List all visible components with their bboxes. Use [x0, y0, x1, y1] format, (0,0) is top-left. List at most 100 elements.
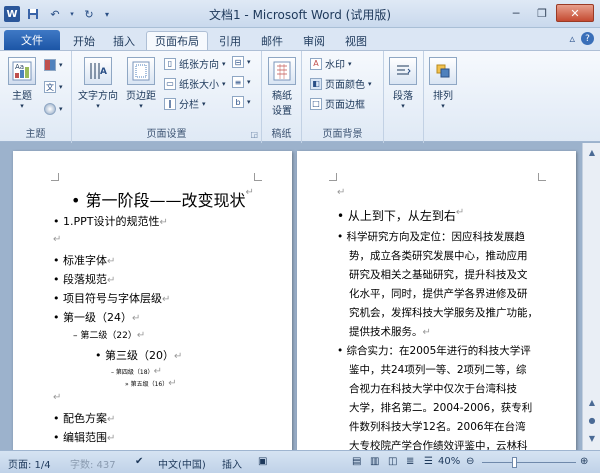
next-page-icon[interactable]: ▼ — [585, 431, 599, 445]
theme-fonts-button[interactable]: 文 ▾ — [44, 81, 63, 93]
group-label-themes: 主题 — [25, 129, 46, 140]
paragraph-icon — [389, 57, 417, 85]
group-paragraph: 段落 ▾ — [384, 51, 424, 143]
right-heading: • 从上到下，从左到右 ↵ — [337, 207, 465, 223]
page-borders-button[interactable]: □ 页面边框 — [310, 96, 365, 111]
page-setup-launcher-icon[interactable]: ◲ — [250, 130, 258, 139]
previous-page-icon[interactable]: ▲ — [585, 395, 599, 409]
ribbon-right-icons: ▵ ? — [569, 32, 594, 45]
tab-home[interactable]: 开始 — [64, 31, 104, 50]
breaks-button[interactable]: ⊟ ▾ — [232, 56, 251, 68]
page-count[interactable]: 页面: 1/4 — [8, 456, 51, 471]
draft-view-icon[interactable]: ☰ — [424, 456, 433, 467]
draft-paper-label-1: 稿纸 — [272, 91, 292, 102]
theme-colors-button[interactable]: ▾ — [44, 59, 63, 71]
theme-colors-icon — [44, 59, 56, 71]
body-line: 研究及相关之基础研究，提升科技及文 — [349, 269, 528, 281]
outline-line: • 配色方案↵ — [53, 412, 116, 425]
draft-paper-label-2: 设置 — [272, 106, 292, 117]
left-page[interactable]: • 第一阶段——改变现状 ↵ • 1.PPT设计的规范性↵ ↵ • 标准字体↵ • 段落… — [13, 151, 292, 451]
full-screen-view-icon[interactable]: ▥ — [370, 456, 379, 467]
body-line: 势，成立各类研究发展中心，推动应用 — [349, 250, 528, 262]
restore-button[interactable]: ❐ — [530, 4, 554, 22]
body-line: 究机会，发挥科技大学服务及推广功能， — [349, 307, 538, 319]
text-direction-button[interactable]: A 文字方向 ▾ — [78, 57, 118, 110]
zoom-level[interactable]: 40% — [438, 456, 460, 467]
zoom-in-icon[interactable]: ⊕ — [580, 456, 588, 467]
title-bar: W ↶ ▾ ↻ ▾ 文档1 - Microsoft Word (试用版) ─ ❐… — [0, 0, 600, 28]
outline-line: • 项目符号与字体层级↵ — [53, 292, 171, 305]
right-page[interactable]: ↵ • 从上到下，从左到右 ↵ • 科学研究方向及定位：因应科技发展趋 势，成立各类… — [297, 151, 576, 451]
tab-page-layout[interactable]: 页面布局 — [146, 31, 208, 50]
orientation-button[interactable]: ▯ 纸张方向 ▾ — [164, 56, 226, 71]
size-label: 纸张大小 — [179, 80, 219, 91]
group-themes: Aa 主题 ▾ ▾ 文 ▾ ▾ 主题 — [0, 51, 72, 143]
group-page-background: A 水印 ▾ ◧ 页面颜色 ▾ □ 页面边框 页面背景 — [302, 51, 384, 143]
body-line: 大学，排名第二。2004-2006，获专利 — [349, 402, 533, 414]
page-borders-label: 页面边框 — [325, 100, 365, 111]
language[interactable]: 中文(中国) — [158, 456, 206, 471]
zoom-slider-thumb[interactable] — [512, 457, 517, 468]
body-line: 合视力在科技大学中仅次于台湾科技 — [349, 383, 517, 395]
group-label-page-background: 页面背景 — [322, 129, 363, 140]
page-color-button[interactable]: ◧ 页面颜色 ▾ — [310, 76, 372, 91]
arrange-button[interactable]: 排列 ▾ — [429, 57, 457, 110]
tab-insert[interactable]: 插入 — [104, 31, 144, 50]
outline-line: • 标准字体↵ — [53, 254, 116, 267]
word-count[interactable]: 字数: 437 — [70, 456, 116, 471]
page-color-icon: ◧ — [310, 77, 322, 90]
zoom-out-icon[interactable]: ⊖ — [466, 456, 474, 467]
group-page-setup: A 文字方向 ▾ 页边距 ▾ ▯ 纸张方向 ▾ ▭ 纸张大小 ▾ ‖ 分栏 ▾ ⊟ ▾ — [72, 51, 262, 143]
columns-button[interactable]: ‖ 分栏 ▾ — [164, 96, 206, 111]
size-button[interactable]: ▭ 纸张大小 ▾ — [164, 76, 226, 91]
close-button[interactable]: ✕ — [556, 4, 594, 22]
size-icon: ▭ — [164, 77, 176, 90]
watermark-button[interactable]: A 水印 ▾ — [310, 56, 352, 71]
orientation-icon: ▯ — [164, 57, 176, 70]
themes-button[interactable]: Aa 主题 ▾ — [8, 57, 36, 110]
paragraph-button[interactable]: 段落 ▾ — [389, 57, 417, 110]
text-direction-dropdown-icon: ▾ — [96, 102, 100, 110]
themes-dropdown-icon: ▾ — [20, 102, 24, 110]
body-line: 件数列科技大学12名。2006年在台湾 — [349, 421, 526, 433]
draft-paper-settings-button[interactable]: 稿纸 设置 — [268, 57, 296, 117]
minimize-button[interactable]: ─ — [504, 4, 528, 22]
vertical-scrollbar[interactable]: ▲ ▲ ● ▼ — [582, 143, 600, 450]
tab-references[interactable]: 引用 — [212, 31, 248, 50]
proofing-icon[interactable]: ✔ — [135, 456, 143, 467]
minimize-ribbon-icon[interactable]: ▵ — [569, 32, 575, 45]
theme-effects-button[interactable]: ▾ — [44, 103, 63, 115]
scroll-up-icon[interactable]: ▲ — [585, 145, 599, 159]
insert-mode[interactable]: 插入 — [222, 456, 242, 471]
arrange-dropdown-icon: ▾ — [441, 102, 445, 110]
tab-review[interactable]: 审阅 — [296, 31, 332, 50]
print-layout-view-icon[interactable]: ▤ — [352, 456, 361, 467]
group-label-page-setup: 页面设置 — [146, 129, 187, 140]
macro-record-icon[interactable]: ▣ — [258, 456, 267, 467]
help-icon[interactable]: ? — [581, 32, 594, 45]
group-arrange: 排列 ▾ — [424, 51, 464, 143]
columns-label: 分栏 — [179, 100, 199, 111]
tab-view[interactable]: 视图 — [338, 31, 374, 50]
orientation-label: 纸张方向 — [179, 60, 219, 71]
outline-line: • 第一级（24）↵ — [53, 311, 141, 324]
outline-line: • 1.PPT设计的规范性↵ — [53, 215, 168, 228]
browse-object-icon[interactable]: ● — [585, 413, 599, 427]
outline-line: • 段落规范↵ — [53, 273, 116, 286]
group-label-draft-paper: 稿纸 — [271, 129, 292, 140]
tab-mailings[interactable]: 邮件 — [254, 31, 290, 50]
tab-file[interactable]: 文件 — [4, 30, 60, 50]
arrange-icon — [429, 57, 457, 85]
watermark-label: 水印 — [325, 60, 345, 71]
svg-text:Aa: Aa — [15, 63, 24, 71]
web-layout-view-icon[interactable]: ◫ — [388, 456, 397, 467]
outline-view-icon[interactable]: ≣ — [406, 456, 414, 467]
outline-line: ↵ — [53, 234, 62, 245]
outline-line: ↵ — [53, 392, 62, 403]
arrange-label: 排列 — [433, 91, 453, 102]
margins-button[interactable]: 页边距 ▾ — [126, 57, 156, 110]
hyphenation-button[interactable]: b ▾ — [232, 96, 251, 108]
body-line: 鉴中，共24项列一等、2项列二等，综 — [349, 364, 527, 376]
line-numbers-button[interactable]: ≡ ▾ — [232, 76, 251, 88]
zoom-slider[interactable] — [482, 462, 576, 463]
